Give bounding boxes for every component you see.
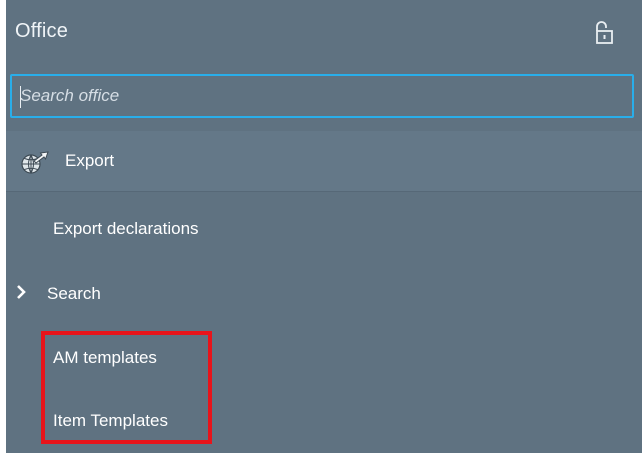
nav-item-search[interactable]: Search	[6, 273, 642, 313]
section-header-export[interactable]: Export	[6, 131, 642, 191]
chevron-right-icon[interactable]	[16, 283, 28, 301]
nav-item-am-templates[interactable]: AM templates	[6, 337, 642, 377]
text-cursor	[20, 86, 21, 108]
globe-export-icon	[20, 149, 50, 175]
office-sidebar-panel: Office Export Export declarations	[6, 0, 642, 453]
section-label: Export	[65, 151, 115, 170]
nav-item-label: AM templates	[53, 348, 157, 367]
search-box	[10, 74, 634, 118]
divider	[6, 191, 642, 192]
panel-header: Office	[6, 0, 642, 66]
nav-item-label: Search	[47, 284, 101, 303]
panel-title: Office	[15, 20, 69, 42]
search-input[interactable]	[12, 76, 632, 116]
nav-item-export-declarations[interactable]: Export declarations	[6, 208, 642, 248]
nav-item-label: Export declarations	[53, 219, 199, 238]
nav-item-label: Item Templates	[53, 411, 168, 430]
nav-item-item-templates[interactable]: Item Templates	[6, 401, 642, 441]
unlock-icon[interactable]	[593, 20, 615, 46]
